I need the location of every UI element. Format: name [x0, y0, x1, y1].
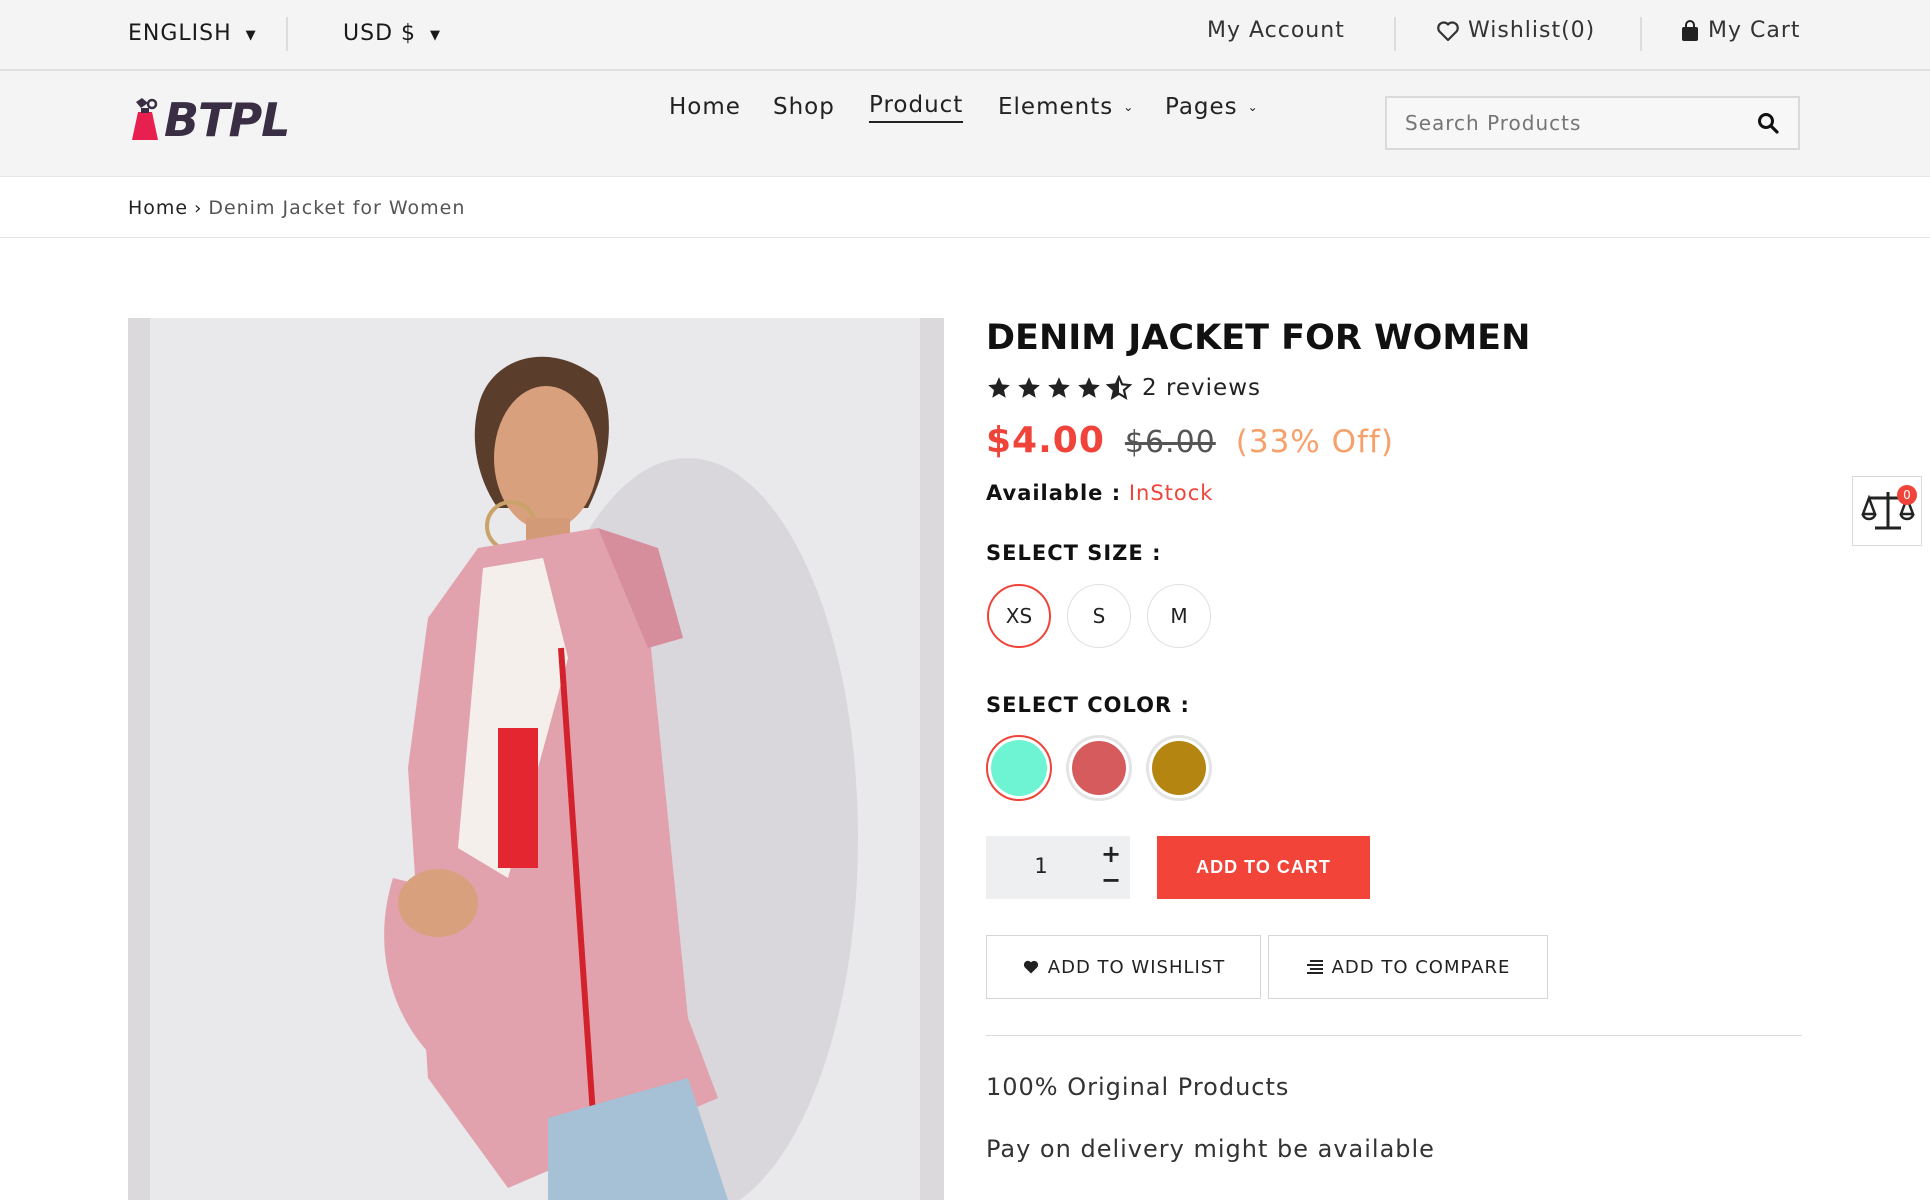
product-image[interactable]	[128, 318, 944, 1200]
nav-home-label: Home	[669, 94, 741, 120]
my-cart-link[interactable]: My Cart	[1680, 18, 1801, 43]
quantity-stepper: 1 + −	[986, 836, 1130, 899]
chevron-down-icon: ▼	[245, 28, 257, 43]
add-to-wishlist-label: ADD TO WISHLIST	[1047, 956, 1226, 978]
language-selector[interactable]: ENGLISH ▼	[128, 21, 257, 46]
reviews-count: 2 reviews	[1142, 375, 1261, 401]
star-icon	[988, 377, 1010, 398]
product-title: DENIM JACKET FOR WOMEN	[986, 318, 1531, 358]
currency-value: USD $	[343, 21, 416, 46]
nav-home[interactable]: Home	[669, 94, 741, 120]
color-swatch	[991, 740, 1047, 796]
current-price: $4.00	[986, 420, 1105, 461]
divider	[1640, 17, 1642, 51]
color-option-mint[interactable]	[986, 735, 1052, 801]
divider	[1394, 17, 1396, 51]
shopping-bag-icon	[1682, 19, 1698, 41]
nav-elements-label: Elements	[998, 94, 1114, 120]
top-bar: ENGLISH ▼ USD $ ▼ My Account Wishlist(0)…	[0, 0, 1930, 71]
add-to-wishlist-button[interactable]: ADD TO WISHLIST	[986, 935, 1261, 999]
nav-product-label: Product	[869, 91, 964, 118]
chevron-down-icon: ⌄	[1123, 100, 1135, 114]
my-account-label: My Account	[1207, 18, 1345, 43]
my-account-link[interactable]: My Account	[1207, 18, 1345, 43]
logo-text: BTPL	[164, 93, 290, 147]
model-photo	[384, 356, 858, 1200]
chevron-down-icon: ▼	[430, 28, 441, 43]
currency-selector[interactable]: USD $ ▼	[343, 21, 441, 46]
divider	[986, 1035, 1802, 1036]
star-half-icon	[1106, 375, 1132, 400]
nav-product[interactable]: Product	[869, 91, 964, 123]
color-swatch	[1072, 741, 1126, 795]
star-icon	[1078, 377, 1100, 398]
color-swatch	[1152, 741, 1206, 795]
star-icon	[1018, 377, 1040, 398]
nav-shop[interactable]: Shop	[773, 94, 835, 120]
breadcrumb-home[interactable]: Home	[128, 197, 188, 219]
discount-label: (33% Off)	[1235, 424, 1394, 460]
color-option-mustard[interactable]	[1146, 735, 1212, 801]
increase-quantity-button[interactable]: +	[1098, 842, 1124, 866]
add-to-cart-button[interactable]: ADD TO CART	[1157, 836, 1370, 899]
language-value: ENGLISH	[128, 21, 232, 46]
wishlist-label: Wishlist(0)	[1468, 18, 1596, 43]
size-label: SELECT SIZE :	[986, 541, 1162, 565]
compare-widget[interactable]: 0	[1852, 476, 1922, 546]
nav-elements[interactable]: Elements ⌄	[998, 94, 1134, 120]
search-icon[interactable]	[1756, 111, 1780, 135]
add-to-compare-label: ADD TO COMPARE	[1331, 956, 1511, 978]
rating[interactable]: 2 reviews	[986, 375, 1261, 401]
logo[interactable]: BTPL	[128, 93, 290, 147]
color-label: SELECT COLOR :	[986, 693, 1190, 717]
nav-pages[interactable]: Pages ⌄	[1165, 94, 1259, 120]
feature-item: Pay on delivery might be available	[986, 1135, 1435, 1163]
feature-item: 100% Original Products	[986, 1073, 1290, 1101]
breadcrumb-current: Denim Jacket for Women	[208, 197, 466, 219]
compare-count-badge: 0	[1897, 485, 1917, 505]
star-icon	[1048, 377, 1070, 398]
search-input[interactable]	[1387, 98, 1747, 148]
size-option-xs[interactable]: XS	[987, 584, 1051, 648]
add-to-compare-button[interactable]: ADD TO COMPARE	[1268, 935, 1548, 999]
quantity-value[interactable]: 1	[986, 854, 1096, 878]
nav-shop-label: Shop	[773, 94, 835, 120]
old-price: $6.00	[1124, 425, 1216, 460]
decrease-quantity-button[interactable]: −	[1098, 868, 1124, 892]
availability-label: Available :	[986, 481, 1122, 505]
logo-icon	[132, 98, 158, 140]
search-box	[1385, 96, 1800, 150]
compare-icon	[1306, 960, 1323, 974]
heart-icon	[1437, 20, 1459, 41]
availability: Available : InStock	[986, 481, 1213, 505]
divider	[0, 237, 1930, 238]
color-option-red[interactable]	[1066, 735, 1132, 801]
divider	[286, 17, 288, 51]
price-row: $4.00 $6.00 (33% Off)	[986, 420, 1394, 461]
availability-value: InStock	[1128, 481, 1214, 505]
main-header: BTPL Home Shop Product Elements ⌄ Pages …	[0, 71, 1930, 177]
chevron-down-icon: ⌄	[1247, 100, 1259, 114]
my-cart-label: My Cart	[1708, 18, 1801, 43]
heart-icon	[1023, 960, 1038, 974]
wishlist-link[interactable]: Wishlist(0)	[1436, 18, 1595, 43]
nav-pages-label: Pages	[1165, 94, 1238, 120]
size-option-s[interactable]: S	[1067, 584, 1131, 648]
breadcrumb: Home › Denim Jacket for Women	[128, 197, 465, 219]
size-option-m[interactable]: M	[1147, 584, 1211, 648]
chevron-right-icon: ›	[194, 197, 203, 219]
